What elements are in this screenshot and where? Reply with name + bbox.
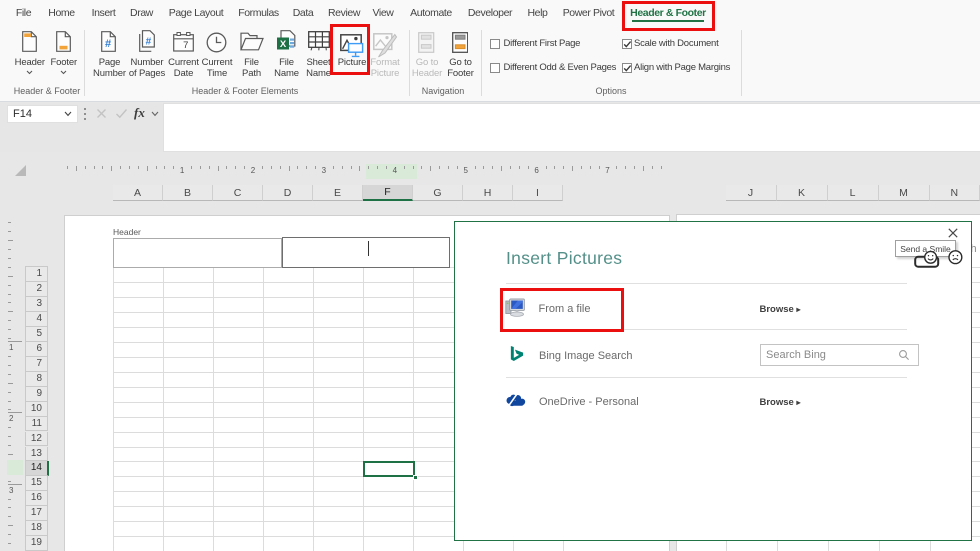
svg-text:X: X [280,39,287,50]
svg-text:#: # [105,38,111,50]
svg-text:7: 7 [183,40,188,51]
svg-text:#: # [145,37,151,48]
